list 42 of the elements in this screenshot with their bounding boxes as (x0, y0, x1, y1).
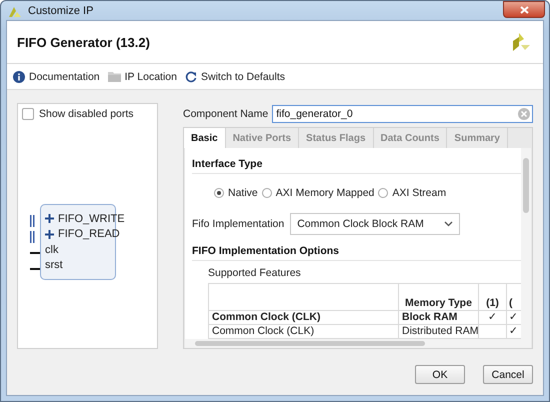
dialog-button[interactable]: Cancel (483, 365, 533, 384)
expand-icon[interactable] (45, 230, 54, 239)
close-icon[interactable] (520, 6, 528, 14)
radio-button[interactable]: Native (214, 187, 258, 199)
wire-pin-icon (30, 252, 40, 254)
close-button[interactable] (503, 1, 545, 18)
expand-icon[interactable] (45, 214, 54, 224)
port-name: srst (45, 259, 63, 272)
radio-button[interactable]: AXI Memory Mapped (262, 187, 374, 199)
subheading: Supported Features (208, 267, 302, 279)
column-header: Memory Type (398, 284, 478, 310)
table-cell: ✓ (478, 310, 506, 324)
window-title: Customize IP (28, 4, 94, 16)
tab[interactable]: Basic (184, 128, 226, 148)
port-name: FIFO_WRITE (58, 212, 125, 225)
folder-icon (108, 71, 121, 82)
table-cell: Common Clock (CLK) (208, 310, 398, 324)
toolbar-button[interactable]: IP Location (108, 70, 177, 82)
table-cell: Block RAM (398, 310, 478, 324)
chevron-icon (444, 221, 454, 227)
logo-icon (511, 32, 531, 52)
port-name: clk (45, 244, 58, 256)
column-header: (1) (478, 284, 506, 310)
component-name-field[interactable]: fifo_generator_0 (272, 105, 533, 123)
bus-pin-icon (30, 231, 35, 243)
toolbar-button[interactable]: Documentation (13, 70, 100, 82)
horizontal-scrollbar[interactable] (185, 339, 521, 348)
refresh-icon (184, 70, 197, 82)
field-label: Fifo Implementation (192, 218, 284, 230)
vertical-scrollbar[interactable] (521, 148, 531, 348)
section-heading: FIFO Implementation Options (192, 235, 521, 261)
toolbar-button[interactable]: Switch to Defaults (184, 70, 286, 82)
dialog-title: FIFO Generator (13.2) (17, 34, 150, 50)
info-icon (13, 70, 25, 82)
section-heading: Interface Type (192, 148, 521, 174)
port-name: FIFO_READ (58, 228, 120, 240)
implementation-dropdown[interactable]: Common Clock Block RAM (290, 213, 460, 235)
radio-button[interactable]: AXI Stream (378, 187, 446, 199)
wire-pin-icon (30, 268, 40, 270)
dialog-button[interactable]: OK (415, 365, 465, 384)
field-label: Component Name (183, 108, 268, 120)
bus-pin-icon (30, 215, 35, 227)
